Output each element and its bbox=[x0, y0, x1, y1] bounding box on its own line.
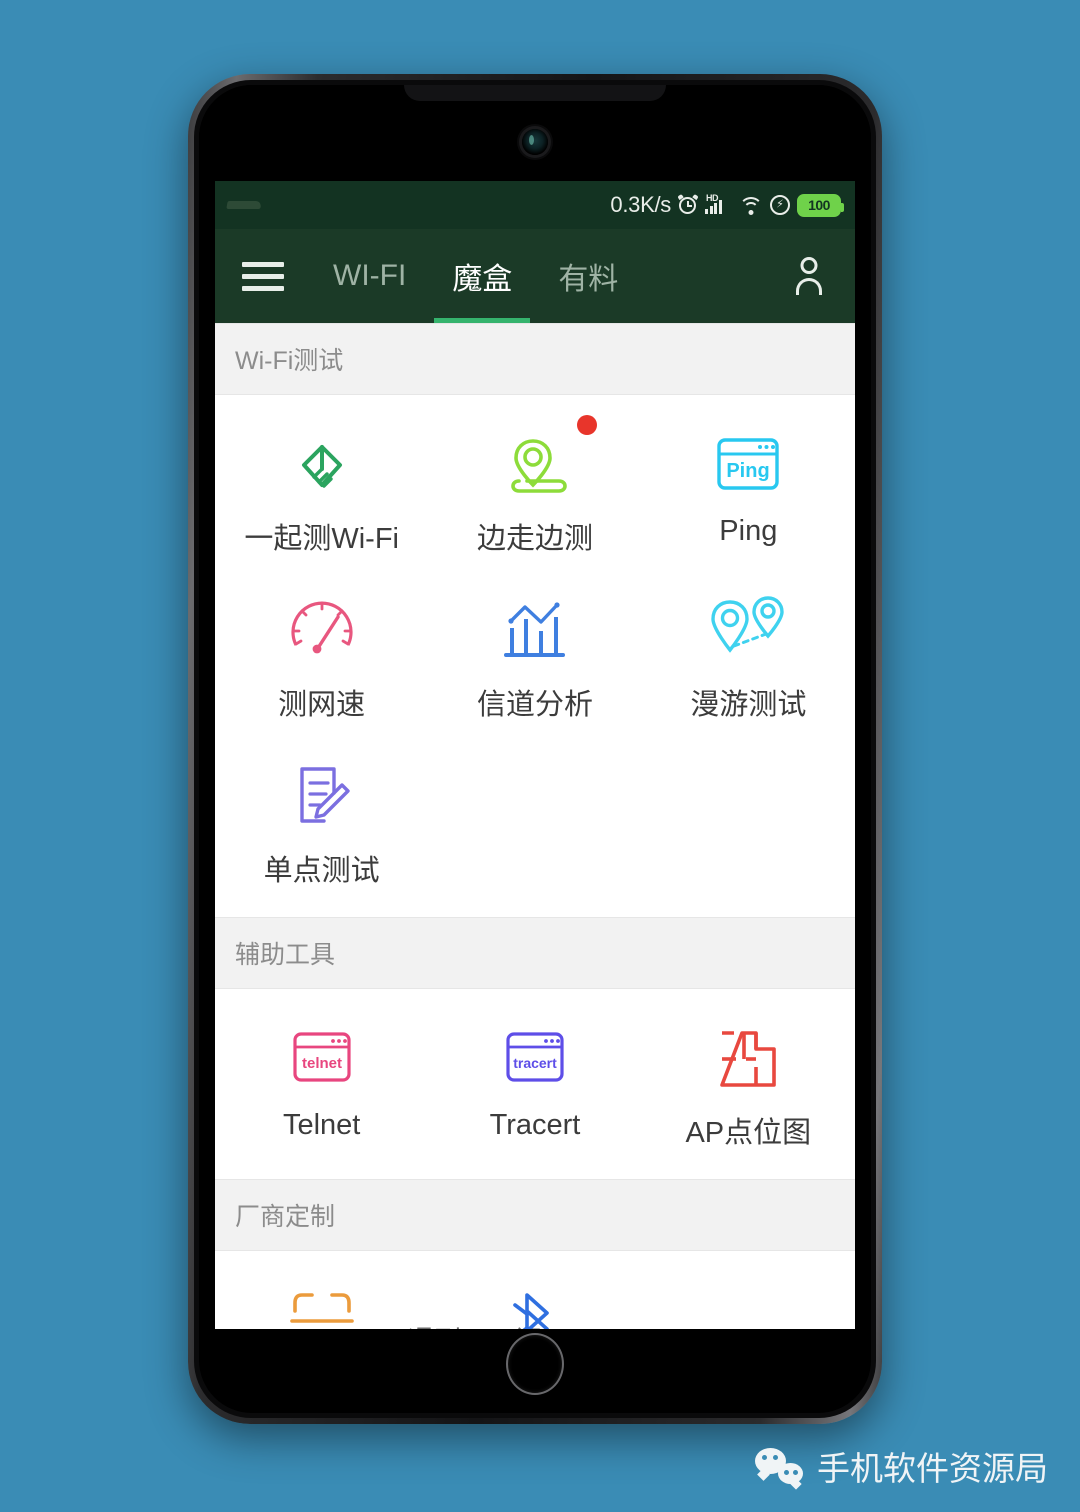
wifi-icon bbox=[738, 195, 763, 215]
notch-dip bbox=[404, 85, 666, 101]
grid-wifi-test: 一起测Wi-Fi 边走边测 Ping Ping 测网速 信道分析 漫游测试 单点… bbox=[215, 395, 855, 917]
telnet-window-icon: telnet bbox=[282, 1019, 362, 1099]
tab-wifi[interactable]: WI-FI bbox=[333, 229, 406, 323]
status-left-glyph bbox=[226, 201, 262, 209]
grid-tools: telnet Telnet tracert Tracert AP点位图 bbox=[215, 989, 855, 1179]
tool-item-lanya-ap[interactable]: 蓝牙AP bbox=[428, 1265, 641, 1329]
svg-text:telnet: telnet bbox=[302, 1055, 342, 1072]
battery-indicator: 100 bbox=[797, 193, 844, 217]
status-bar: 0.3K/s HD ⚡ 100 bbox=[215, 181, 855, 229]
tool-item-cewangsu[interactable]: 测网速 bbox=[215, 575, 428, 741]
tool-item-yiqice-wifi[interactable]: 一起测Wi-Fi bbox=[215, 409, 428, 575]
tool-item-telnet[interactable]: telnet Telnet bbox=[215, 1003, 428, 1169]
battery-level-text: 100 bbox=[808, 197, 830, 213]
phone-device-frame: 0.3K/s HD ⚡ 100 WI-FI 魔盒 有料 Wi-Fi测试 一起测W… bbox=[188, 74, 882, 1424]
tab-youliao[interactable]: 有料 bbox=[558, 229, 618, 323]
tool-label: 单点测试 bbox=[263, 855, 380, 887]
tool-item-bianzoubiance[interactable]: 边走边测 bbox=[428, 409, 641, 575]
grid-vendor: AP 扫码 蓝牙AP bbox=[215, 1251, 855, 1329]
tool-item-dandianceshi[interactable]: 单点测试 bbox=[215, 741, 428, 907]
document-pencil-icon bbox=[282, 757, 362, 837]
front-camera-icon bbox=[522, 129, 548, 155]
page-watermark: 手机软件资源局 bbox=[755, 1442, 1048, 1490]
tool-label: 边走边测 bbox=[476, 523, 593, 555]
phone-screen: 0.3K/s HD ⚡ 100 WI-FI 魔盒 有料 Wi-Fi测试 一起测W… bbox=[199, 85, 871, 1413]
tool-item-ap-saoma[interactable]: AP 扫码 bbox=[215, 1265, 428, 1329]
hamburger-menu-icon[interactable] bbox=[215, 261, 311, 291]
watermark-label: 手机软件资源局 bbox=[817, 1450, 1048, 1487]
tool-grid-content: Wi-Fi测试 一起测Wi-Fi 边走边测 Ping Ping 测网速 信道分析… bbox=[215, 323, 855, 1329]
tool-label: Tracert bbox=[489, 1109, 581, 1141]
tool-label: 信道分析 bbox=[476, 689, 593, 721]
home-button[interactable] bbox=[506, 1333, 564, 1395]
tool-item-ap-dianweitu[interactable]: AP点位图 bbox=[642, 1003, 855, 1169]
handshake-icon bbox=[282, 425, 362, 505]
phone-bezel: 0.3K/s HD ⚡ 100 WI-FI 魔盒 有料 Wi-Fi测试 一起测W… bbox=[194, 80, 876, 1418]
dual-pin-roaming-icon bbox=[708, 591, 788, 671]
app-viewport: 0.3K/s HD ⚡ 100 WI-FI 魔盒 有料 Wi-Fi测试 一起测W… bbox=[215, 181, 855, 1329]
wechat-logo-icon bbox=[755, 1448, 803, 1484]
tool-label: 漫游测试 bbox=[690, 689, 807, 721]
tool-label: Telnet bbox=[282, 1109, 361, 1141]
app-navigation-bar: WI-FI 魔盒 有料 bbox=[215, 229, 855, 323]
signal-bars-icon: HD bbox=[705, 193, 731, 216]
alarm-clock-icon bbox=[677, 193, 699, 215]
speedometer-icon bbox=[282, 591, 362, 671]
section-header-wifi-test: Wi-Fi测试 bbox=[215, 323, 855, 395]
section-header-vendor: 厂商定制 bbox=[215, 1179, 855, 1251]
tracert-window-icon: tracert bbox=[495, 1019, 575, 1099]
notification-badge-dot bbox=[577, 415, 597, 435]
tool-item-manyouceshi[interactable]: 漫游测试 bbox=[642, 575, 855, 741]
bar-chart-icon bbox=[495, 591, 575, 671]
tool-label: Ping bbox=[719, 515, 778, 547]
tool-item-xindaofenxi[interactable]: 信道分析 bbox=[428, 575, 641, 741]
footer-watermark: 手机软件资源局 bbox=[683, 1328, 855, 1330]
tool-item-ping[interactable]: Ping Ping bbox=[642, 409, 855, 575]
bluetooth-icon bbox=[495, 1281, 575, 1329]
phone-notch-area bbox=[199, 85, 871, 181]
charging-bolt-icon bbox=[770, 195, 790, 215]
floor-plan-icon bbox=[708, 1019, 788, 1099]
footer-watermark-label: 手机软件资源局 bbox=[730, 1328, 855, 1330]
tab-mohe[interactable]: 魔盒 bbox=[434, 229, 531, 323]
location-pin-path-icon bbox=[495, 425, 575, 505]
tool-label: 一起测Wi-Fi bbox=[244, 523, 399, 555]
person-icon[interactable] bbox=[763, 256, 855, 296]
tool-item-tracert[interactable]: tracert Tracert bbox=[428, 1003, 641, 1169]
nav-tabs: WI-FI 魔盒 有料 bbox=[311, 229, 763, 323]
network-speed-text: 0.3K/s bbox=[610, 192, 671, 217]
scan-frame-icon bbox=[282, 1281, 362, 1329]
tool-label: 测网速 bbox=[278, 689, 366, 721]
ping-window-icon: Ping bbox=[708, 425, 788, 505]
svg-text:tracert: tracert bbox=[513, 1055, 557, 1071]
svg-text:Ping: Ping bbox=[727, 460, 770, 482]
section-header-tools: 辅助工具 bbox=[215, 917, 855, 989]
tool-label: AP点位图 bbox=[685, 1117, 812, 1149]
